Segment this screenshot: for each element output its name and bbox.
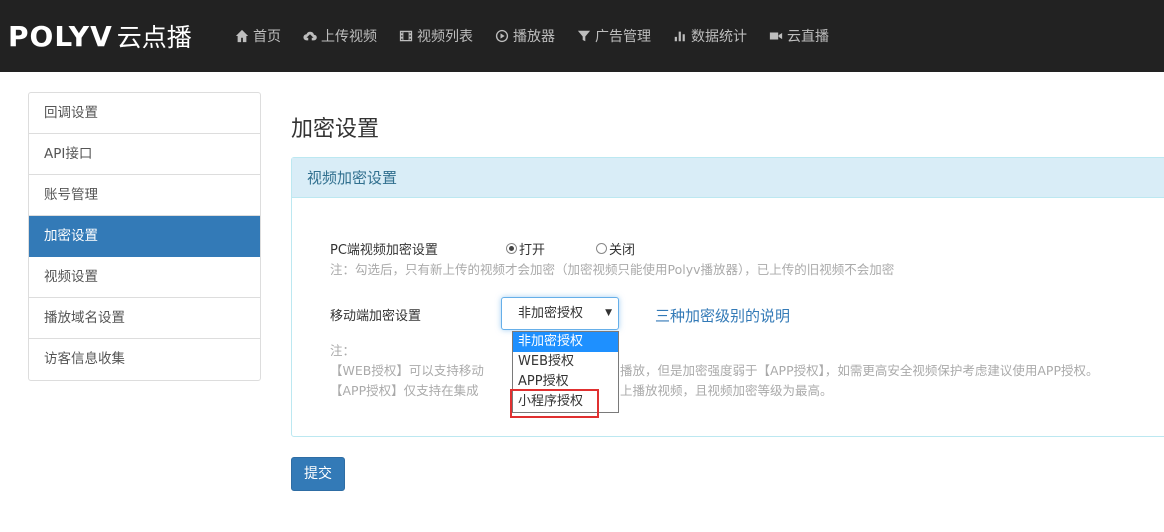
sidebar-item-api[interactable]: API接口 bbox=[29, 134, 260, 175]
mobile-note-web-a: 【WEB授权】可以支持移动 bbox=[330, 363, 484, 378]
sidebar-item-encryption[interactable]: 加密设置 bbox=[29, 216, 260, 257]
nav-label: 上传视频 bbox=[321, 29, 377, 45]
pc-radio-off[interactable]: 关闭 bbox=[596, 239, 635, 258]
encryption-levels-link[interactable]: 三种加密级别的说明 bbox=[655, 305, 790, 326]
sidebar-item-visitor-info[interactable]: 访客信息收集 bbox=[29, 339, 260, 380]
nav-item-upload[interactable]: 上传视频 bbox=[292, 0, 388, 72]
nav-label: 云直播 bbox=[787, 29, 829, 45]
pc-radio-on[interactable]: 打开 bbox=[506, 239, 545, 258]
radio-label: 打开 bbox=[519, 243, 546, 258]
nav-item-live[interactable]: 云直播 bbox=[758, 0, 840, 72]
panel-heading: 视频加密设置 bbox=[292, 158, 1164, 198]
nav-label: 数据统计 bbox=[691, 29, 747, 45]
top-navbar: POLYV 云点播 首页 上传视频 视频列表 播放器 广告管理 数据统计 云直播 bbox=[0, 0, 1164, 72]
brand-cn: 云点播 bbox=[116, 23, 192, 52]
nav-item-ads[interactable]: 广告管理 bbox=[566, 0, 662, 72]
nav-label: 广告管理 bbox=[595, 29, 651, 45]
sidebar-item-account[interactable]: 账号管理 bbox=[29, 175, 260, 216]
mobile-encryption-dropdown: 非加密授权 WEB授权 APP授权 小程序授权 bbox=[512, 331, 619, 413]
option-non-encrypted[interactable]: 非加密授权 bbox=[513, 332, 618, 352]
mobile-note-web-b: 播放，但是加密强度弱于【APP授权】，如需更高安全视频保护考虑建议使用APP授权… bbox=[620, 363, 1099, 378]
mobile-encryption-label: 移动端加密设置 bbox=[330, 309, 422, 324]
option-app-auth[interactable]: APP授权 bbox=[513, 372, 618, 392]
settings-sidebar: 回调设置 API接口 账号管理 加密设置 视频设置 播放域名设置 访客信息收集 bbox=[28, 92, 261, 381]
main-nav: 首页 上传视频 视频列表 播放器 广告管理 数据统计 云直播 bbox=[224, 0, 840, 72]
option-mini-program-auth[interactable]: 小程序授权 bbox=[513, 392, 618, 412]
film-icon bbox=[399, 30, 413, 42]
nav-label: 首页 bbox=[253, 29, 281, 45]
sidebar-item-callback[interactable]: 回调设置 bbox=[29, 93, 260, 134]
brand-logo[interactable]: POLYV 云点播 bbox=[8, 18, 192, 54]
caret-down-icon: ▼ bbox=[605, 308, 612, 318]
sidebar-item-video-settings[interactable]: 视频设置 bbox=[29, 257, 260, 298]
page-title: 加密设置 bbox=[291, 117, 380, 142]
play-circle-icon bbox=[495, 29, 509, 43]
mobile-note-app-a: 【APP授权】仅支持在集成 bbox=[330, 383, 479, 398]
option-web-auth[interactable]: WEB授权 bbox=[513, 352, 618, 372]
filter-icon bbox=[577, 30, 591, 42]
nav-item-player[interactable]: 播放器 bbox=[484, 0, 566, 72]
nav-item-video-list[interactable]: 视频列表 bbox=[388, 0, 484, 72]
submit-button[interactable]: 提交 bbox=[291, 457, 345, 491]
cloud-upload-icon bbox=[303, 31, 317, 41]
radio-checked-icon bbox=[506, 243, 517, 254]
mobile-note-prefix: 注： bbox=[330, 343, 356, 358]
home-icon bbox=[235, 29, 249, 43]
nav-item-home[interactable]: 首页 bbox=[224, 0, 292, 72]
bar-chart-icon bbox=[674, 31, 685, 42]
nav-item-stats[interactable]: 数据统计 bbox=[662, 0, 758, 72]
nav-label: 播放器 bbox=[513, 29, 555, 45]
nav-label: 视频列表 bbox=[417, 29, 473, 45]
mobile-note-app-b: 上播放视频，且视频加密等级为最高。 bbox=[620, 383, 833, 398]
pc-encryption-label: PC端视频加密设置 bbox=[330, 243, 438, 258]
video-camera-icon bbox=[769, 32, 783, 40]
pc-encryption-note: 注：勾选后，只有新上传的视频才会加密（加密视频只能使用Polyv播放器），已上传… bbox=[330, 262, 895, 277]
brand-latin: POLYV bbox=[8, 19, 113, 53]
radio-unchecked-icon bbox=[596, 243, 607, 254]
sidebar-item-play-domain[interactable]: 播放域名设置 bbox=[29, 298, 260, 339]
select-value: 非加密授权 bbox=[518, 306, 584, 321]
mobile-encryption-select[interactable]: 非加密授权 ▼ bbox=[501, 297, 619, 330]
radio-label: 关闭 bbox=[609, 243, 636, 258]
